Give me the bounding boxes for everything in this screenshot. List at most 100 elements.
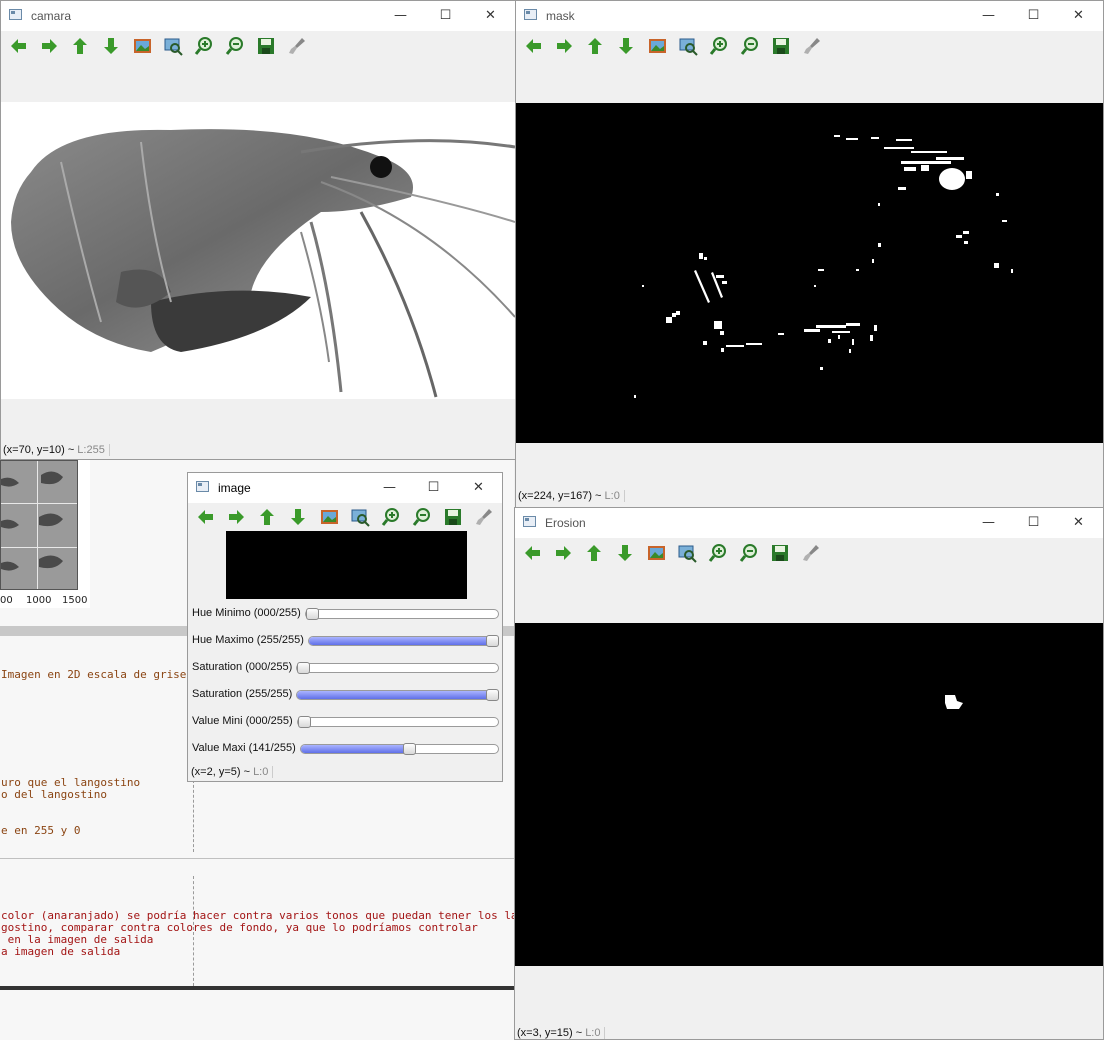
save-icon[interactable] (768, 33, 794, 59)
zoom-out-icon[interactable] (737, 33, 763, 59)
trackbar-fill (297, 691, 493, 699)
minimize-button[interactable]: — (966, 1, 1011, 31)
maximize-button[interactable]: ☐ (1011, 1, 1056, 31)
arrow-down-icon[interactable] (98, 33, 124, 59)
trackbar-handle[interactable] (306, 608, 319, 620)
trackbar-handle[interactable] (403, 743, 416, 755)
window-title: camara (31, 9, 72, 23)
code-line: e en 255 y 0 (1, 824, 81, 837)
close-button[interactable]: ✕ (456, 473, 501, 503)
zoom-in-icon[interactable] (191, 33, 217, 59)
arrow-up-icon[interactable] (254, 504, 280, 530)
zoom-window-icon[interactable] (675, 33, 701, 59)
code-line: o del langostino (1, 788, 107, 801)
arrow-down-icon[interactable] (613, 33, 639, 59)
arrow-right-icon[interactable] (551, 33, 577, 59)
level-value: L:0 (604, 490, 620, 502)
close-button[interactable]: ✕ (468, 1, 513, 31)
indent-guide (193, 876, 194, 986)
preview-image (226, 531, 467, 599)
arrow-up-icon[interactable] (581, 540, 607, 566)
arrow-left-icon[interactable] (192, 504, 218, 530)
trackbar-slider[interactable] (296, 662, 499, 674)
zoom-in-icon[interactable] (705, 540, 731, 566)
toolbar (519, 540, 824, 566)
arrow-up-icon[interactable] (67, 33, 93, 59)
zoom-window-icon[interactable] (160, 33, 186, 59)
title-bar[interactable]: image — ☐ ✕ (188, 473, 502, 503)
title-bar[interactable]: camara — ☐ ✕ (1, 1, 515, 31)
close-button[interactable]: ✕ (1056, 1, 1101, 31)
trackbar-slider[interactable] (305, 608, 499, 620)
arrow-down-icon[interactable] (612, 540, 638, 566)
trackbar-slider[interactable] (297, 716, 499, 728)
status-bar: (x=70, y=10) ~ L:255 (3, 444, 110, 457)
cursor-info: (x=3, y=15) ~ (517, 1027, 586, 1039)
zoom-window-icon[interactable] (347, 504, 373, 530)
zoom-out-icon[interactable] (736, 540, 762, 566)
trackbar-slider[interactable] (308, 635, 499, 647)
window-title: Erosion (545, 516, 586, 530)
toolbar (520, 33, 825, 59)
trackbar-label: Hue Maximo (255/255) (192, 634, 304, 646)
save-icon[interactable] (253, 33, 279, 59)
cell-border (0, 858, 514, 859)
arrow-left-icon[interactable] (519, 540, 545, 566)
zoom-out-icon[interactable] (409, 504, 435, 530)
save-icon[interactable] (440, 504, 466, 530)
trackbar-slider[interactable] (296, 689, 499, 701)
zoom-in-icon[interactable] (706, 33, 732, 59)
status-bar: (x=3, y=15) ~ L:0 (517, 1027, 606, 1039)
save-icon[interactable] (767, 540, 793, 566)
trackbar-handle[interactable] (486, 635, 499, 647)
brush-icon[interactable] (471, 504, 497, 530)
minimize-button[interactable]: — (367, 473, 412, 503)
brush-icon[interactable] (799, 33, 825, 59)
app-icon (9, 9, 22, 20)
x-tick-label: 1000 (26, 595, 52, 606)
camera-image (1, 102, 515, 399)
minimize-button[interactable]: — (378, 1, 423, 31)
arrow-right-icon[interactable] (36, 33, 62, 59)
title-bar[interactable]: Erosion — ☐ ✕ (515, 508, 1103, 538)
image-icon[interactable] (644, 33, 670, 59)
arrow-right-icon[interactable] (223, 504, 249, 530)
title-bar[interactable]: mask — ☐ ✕ (516, 1, 1103, 31)
zoom-in-icon[interactable] (378, 504, 404, 530)
maximize-button[interactable]: ☐ (411, 473, 456, 503)
maximize-button[interactable]: ☐ (1011, 508, 1056, 538)
image-icon[interactable] (316, 504, 342, 530)
plot-thumbnail (0, 460, 78, 590)
trackbar-slider[interactable] (300, 743, 499, 755)
image-icon[interactable] (643, 540, 669, 566)
brush-icon[interactable] (798, 540, 824, 566)
cursor-info: (x=2, y=5) ~ (191, 766, 254, 778)
trackbar-handle[interactable] (298, 716, 311, 728)
trackbar-label: Value Maxi (141/255) (192, 742, 296, 754)
code-line: Imagen en 2D escala de grises (1, 668, 194, 681)
arrow-up-icon[interactable] (582, 33, 608, 59)
level-value: L:255 (77, 444, 105, 456)
cursor-info: (x=70, y=10) ~ (3, 444, 78, 456)
trackbar-handle[interactable] (486, 689, 499, 701)
status-bar: (x=224, y=167) ~ L:0 (518, 490, 625, 503)
app-icon (196, 481, 209, 492)
trackbar-label: Saturation (255/255) (192, 688, 293, 700)
window-title: mask (546, 9, 575, 23)
image-window: image — ☐ ✕ Hue Minimo (000/255) Hue Maxi… (187, 472, 503, 782)
trackbar-handle[interactable] (297, 662, 310, 674)
arrow-left-icon[interactable] (520, 33, 546, 59)
camara-window: camara — ☐ ✕ (x=70, y=10) ~ L:255 (0, 0, 516, 460)
zoom-window-icon[interactable] (674, 540, 700, 566)
image-icon[interactable] (129, 33, 155, 59)
close-button[interactable]: ✕ (1056, 508, 1101, 538)
minimize-button[interactable]: — (966, 508, 1011, 538)
erosion-image (515, 623, 1103, 966)
arrow-down-icon[interactable] (285, 504, 311, 530)
status-bar: (x=2, y=5) ~ L:0 (191, 766, 274, 779)
arrow-right-icon[interactable] (550, 540, 576, 566)
zoom-out-icon[interactable] (222, 33, 248, 59)
maximize-button[interactable]: ☐ (423, 1, 468, 31)
arrow-left-icon[interactable] (5, 33, 31, 59)
brush-icon[interactable] (284, 33, 310, 59)
